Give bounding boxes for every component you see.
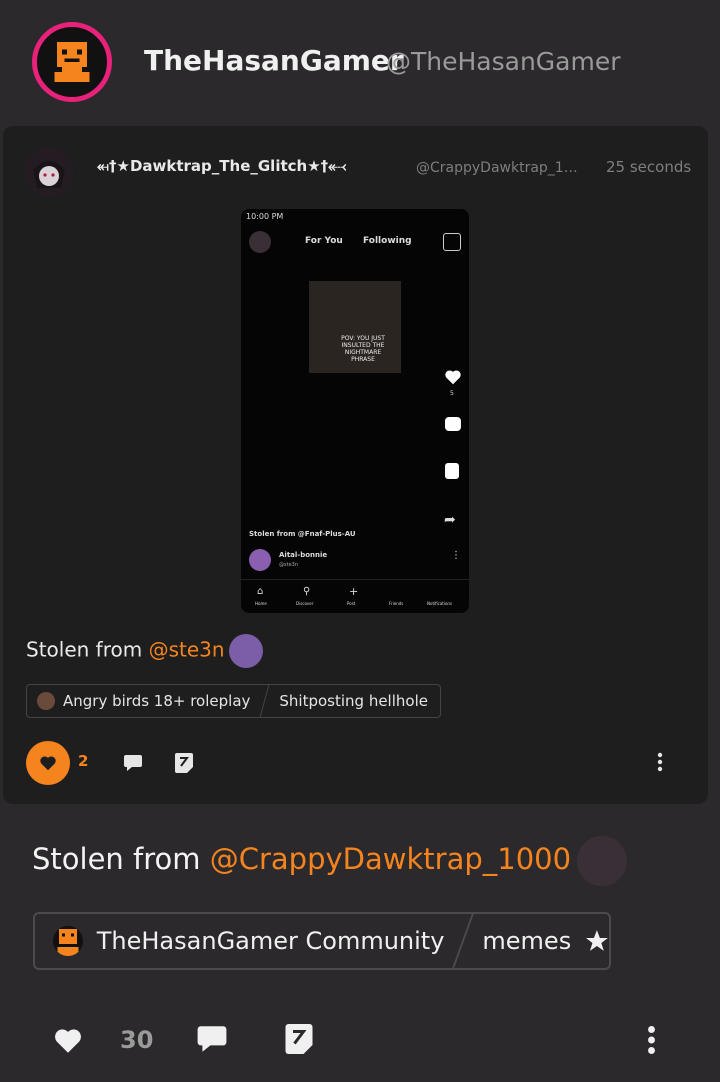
- screenshot-user-name: Aital-bonnie: [279, 551, 328, 559]
- screenshot-nav-home: Home: [255, 601, 267, 606]
- repost-tag-community[interactable]: Angry birds 18+ roleplay: [63, 692, 250, 710]
- repost-like-count: 2: [78, 752, 89, 770]
- post-repost-button[interactable]: [284, 1022, 314, 1056]
- repost-icon: [285, 1024, 313, 1054]
- author-display-name[interactable]: TheHasanGamer: [144, 44, 404, 77]
- screenshot-user-handle: @ste3n: [279, 562, 298, 568]
- screenshot-home-icon: ⌂: [257, 586, 264, 597]
- screenshot-heart-icon: [445, 370, 461, 385]
- repost-repost-button[interactable]: [174, 752, 194, 774]
- repost-author-name[interactable]: ⬶†★Dawktrap_The_Glitch★†⬷: [97, 157, 346, 175]
- profile-avatar[interactable]: [32, 22, 112, 102]
- heart-icon: [40, 756, 56, 771]
- screenshot-caption: Stolen from @Fnaf-Plus-AU: [249, 530, 356, 538]
- screenshot-plus-icon: +: [349, 585, 359, 598]
- mentioned-user-avatar[interactable]: [228, 634, 263, 668]
- screenshot-settings-icon: [443, 233, 461, 251]
- repost-mention-link[interactable]: @ste3n: [149, 638, 225, 662]
- post-caption: Stolen from @CrappyDawktrap_1000: [32, 836, 628, 886]
- post-tag-community[interactable]: TheHasanGamer Community: [97, 927, 445, 955]
- screenshot-overlay-text: POV: YOU JUST INSULTED THE NIGHTMARE PHR…: [341, 335, 385, 363]
- screenshot-nav-notifications: Notifications: [427, 601, 453, 606]
- screenshot-nav-discover: Discover: [296, 601, 314, 606]
- post-image-screenshot[interactable]: 10:00 PM For You Following POV: YOU JUST…: [241, 209, 469, 613]
- repost-tag-category[interactable]: Shitposting hellhole: [279, 692, 428, 710]
- repost-tags: Angry birds 18+ roleplay Shitposting hel…: [26, 684, 441, 718]
- post-caption-text: Stolen from: [32, 842, 210, 876]
- repost-caption: Stolen from @ste3n: [26, 634, 263, 668]
- pixel-avatar-icon: [54, 42, 90, 82]
- repost-avatar-image: [25, 148, 73, 196]
- post-comment-button[interactable]: [196, 1024, 228, 1054]
- screenshot-user-avatar: [249, 549, 271, 571]
- screenshot-repost-icon: [445, 463, 459, 479]
- screenshot-search-icon: ⚲: [303, 586, 311, 597]
- community-icon: [53, 926, 83, 956]
- repost-timestamp: 25 seconds: [606, 158, 692, 176]
- post-tag-category[interactable]: memes: [482, 927, 571, 955]
- star-icon: [586, 930, 609, 951]
- repost-author-avatar[interactable]: [25, 148, 73, 196]
- screenshot-avatar: [249, 231, 271, 253]
- community-icon: [37, 692, 55, 710]
- repost-comment-button[interactable]: [123, 754, 143, 772]
- more-icon: [657, 752, 663, 772]
- screenshot-tab-for-you: For You: [305, 236, 343, 246]
- screenshot-tab-following: Following: [363, 236, 412, 246]
- mentioned-user-avatar[interactable]: [577, 836, 628, 886]
- comment-icon: [197, 1026, 227, 1052]
- screenshot-comment-icon: [445, 417, 461, 431]
- screenshot-status-time: 10:00 PM: [246, 212, 284, 221]
- screenshot-nav-post: Post: [347, 601, 356, 606]
- repost-icon: [175, 753, 193, 773]
- comment-icon: [124, 755, 142, 771]
- screenshot-more-icon: ⋮: [451, 550, 461, 561]
- repost-author-handle[interactable]: @CrappyDawktrap_1000: [416, 160, 578, 176]
- post-more-button[interactable]: [647, 1024, 656, 1056]
- screenshot-like-count: 5: [450, 390, 454, 397]
- heart-icon: [55, 1029, 81, 1053]
- repost-like-button[interactable]: [26, 741, 70, 785]
- repost-more-button[interactable]: [657, 752, 663, 772]
- author-handle[interactable]: @TheHasanGamer: [386, 47, 621, 76]
- screenshot-share-icon: ➦: [444, 512, 456, 528]
- screenshot-nav-friends: Friends: [389, 601, 404, 606]
- post-like-button[interactable]: [53, 1027, 83, 1054]
- more-icon: [648, 1026, 655, 1054]
- post-like-count: 30: [120, 1026, 154, 1054]
- repost-caption-text: Stolen from: [26, 637, 149, 662]
- post-tags: TheHasanGamer Community memes: [33, 912, 611, 970]
- post-mention-link[interactable]: @CrappyDawktrap_1000: [210, 842, 571, 876]
